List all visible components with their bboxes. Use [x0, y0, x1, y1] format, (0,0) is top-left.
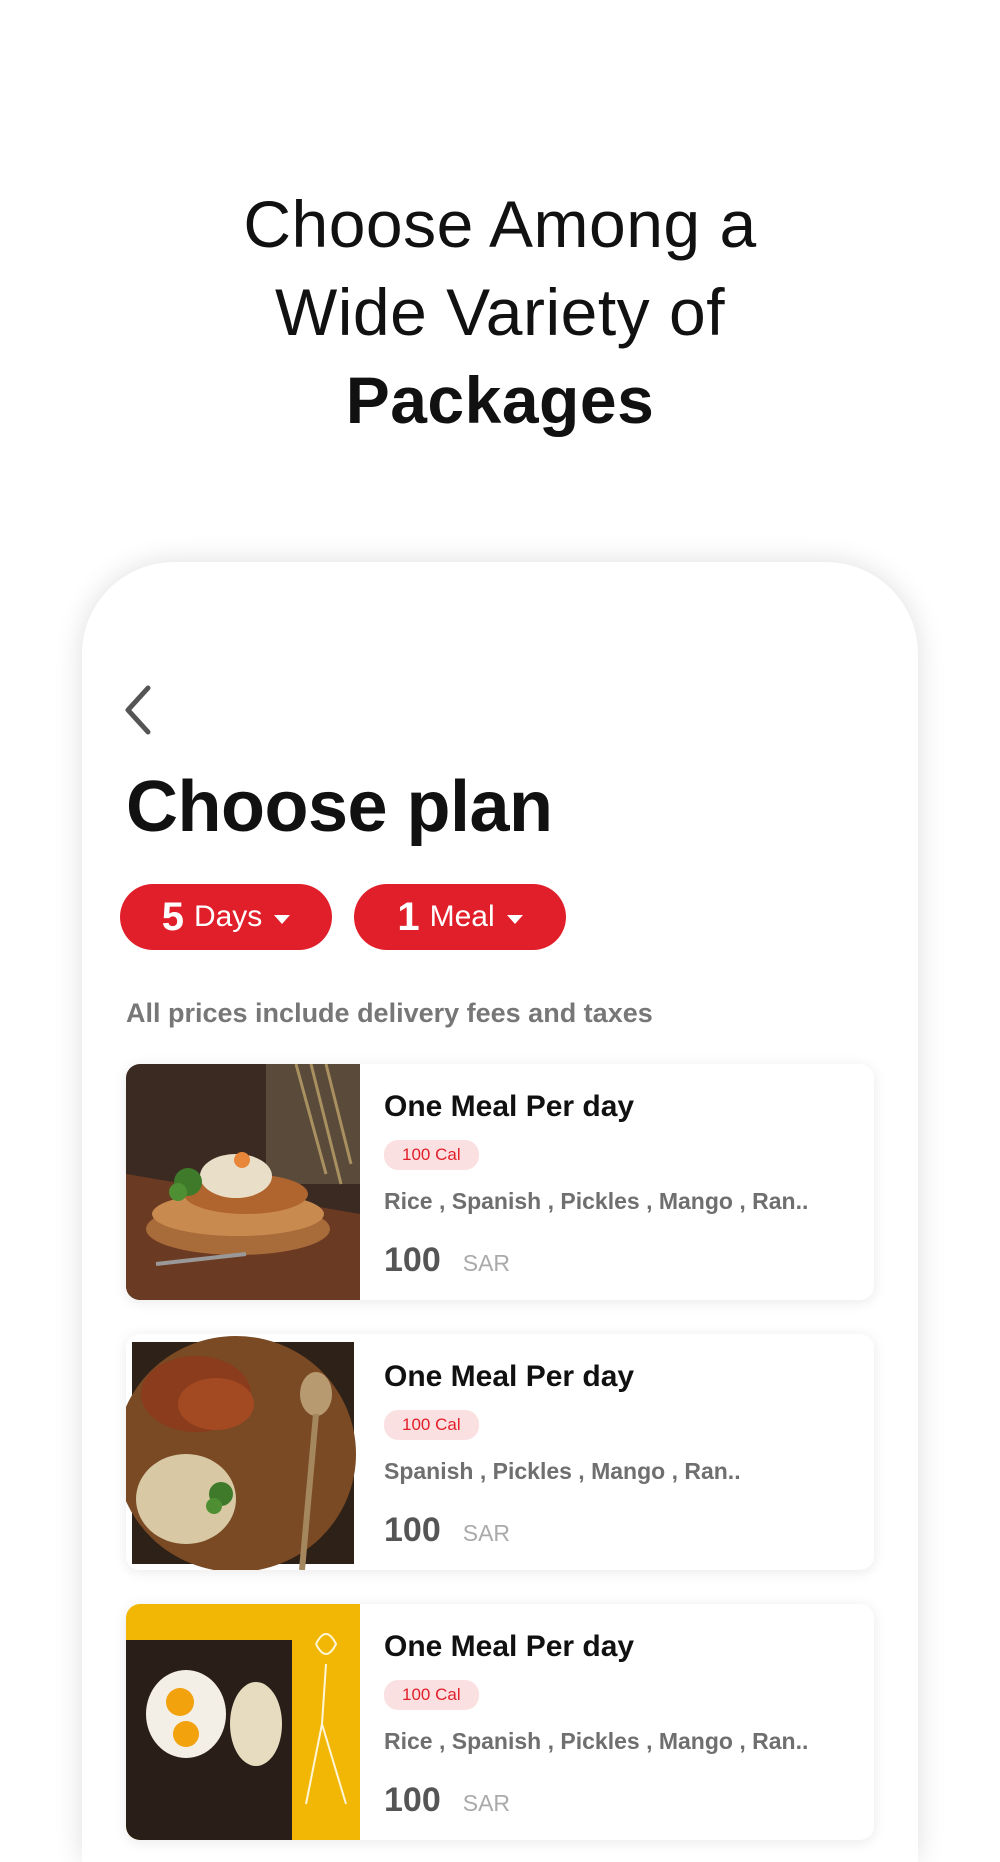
page-title: Choose plan [126, 767, 553, 847]
plan-currency: SAR [462, 1250, 511, 1276]
hero-line-1: Choose Among a [243, 187, 757, 261]
calorie-badge: 100 Cal [384, 1140, 479, 1170]
caret-down-icon [274, 914, 291, 924]
plan-price: 100 [384, 1241, 441, 1279]
days-dropdown[interactable]: 5 Days [120, 884, 332, 950]
caret-down-icon [506, 914, 523, 924]
calorie-badge: 100 Cal [384, 1410, 479, 1440]
meals-count: 1 [397, 894, 420, 939]
plan-card[interactable]: One Meal Per day 100 Cal Spanish , Pickl… [126, 1334, 874, 1570]
days-label: Days [193, 900, 263, 933]
hero-heading: Choose Among a Wide Variety of Packages [0, 180, 1000, 444]
days-count: 5 [161, 894, 184, 939]
meals-dropdown[interactable]: 1 Meal [354, 884, 566, 950]
plan-ingredients: Rice , Spanish , Pickles , Mango , Ran.. [384, 1728, 809, 1754]
plan-price: 100 [384, 1781, 441, 1819]
plan-name: One Meal Per day [384, 1360, 635, 1393]
hero-line-2: Wide Variety of [274, 275, 726, 349]
plan-currency: SAR [462, 1520, 511, 1546]
price-note: All prices include delivery fees and tax… [126, 998, 653, 1028]
plan-name: One Meal Per day [384, 1630, 635, 1663]
plan-price: 100 [384, 1511, 441, 1549]
plan-ingredients: Spanish , Pickles , Mango , Ran.. [384, 1458, 741, 1484]
plan-image [126, 1604, 360, 1840]
phone-screen: Choose plan 5 Days 1 Meal All prices inc… [82, 562, 918, 1862]
plan-image [126, 1064, 360, 1300]
back-button[interactable] [118, 682, 158, 738]
meals-label: Meal [429, 900, 495, 933]
calorie-badge: 100 Cal [384, 1680, 479, 1710]
hero-line-3: Packages [345, 363, 655, 437]
plan-image [126, 1334, 360, 1570]
plan-card[interactable]: One Meal Per day 100 Cal Rice , Spanish … [126, 1604, 874, 1840]
plan-name: One Meal Per day [384, 1090, 635, 1123]
plan-currency: SAR [462, 1790, 511, 1816]
plan-ingredients: Rice , Spanish , Pickles , Mango , Ran.. [384, 1188, 809, 1214]
chevron-left-icon [125, 685, 151, 735]
plan-card[interactable]: One Meal Per day 100 Cal Rice , Spanish … [126, 1064, 874, 1300]
